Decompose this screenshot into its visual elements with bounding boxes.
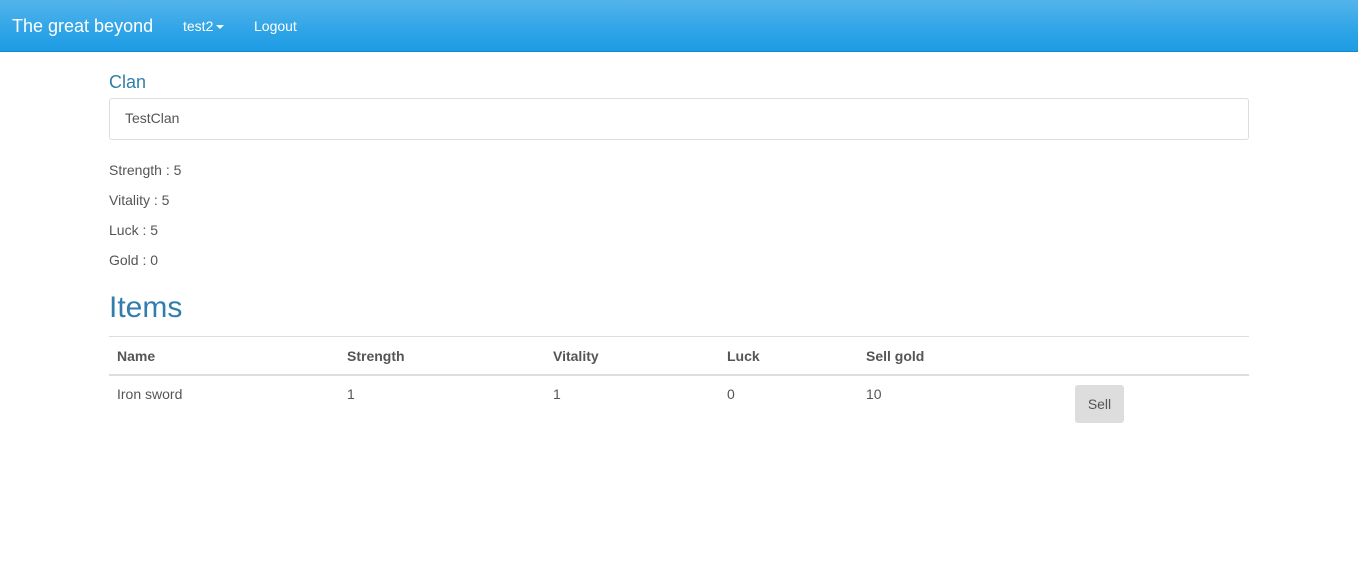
stat-gold: Gold : 0 [109,252,159,268]
clan-name: TestClan [125,110,180,126]
items-table: Name Strength Vitality Luck Sell gold Ir… [109,336,1249,433]
column-header-name: Name [109,336,339,376]
brand-link[interactable]: The great beyond [12,15,153,37]
table-row: Iron sword 1 1 0 10 Sell [109,375,1249,433]
user-dropdown[interactable]: test2 [183,17,225,35]
column-header-luck: Luck [719,336,858,376]
item-strength: 1 [347,385,355,402]
item-vitality: 1 [553,385,561,402]
column-header-sell-gold: Sell gold [858,336,1067,376]
caret-down-icon [216,25,225,30]
stat-vitality: Vitality : 5 [109,192,170,208]
user-dropdown-label: test2 [183,18,214,34]
table-header-row: Name Strength Vitality Luck Sell gold [109,336,1249,376]
clan-heading: Clan [109,72,147,92]
stat-strength: Strength : 5 [109,162,182,178]
item-name: Iron sword [117,385,183,402]
logout-link[interactable]: Logout [254,17,297,35]
column-header-strength: Strength [339,336,545,376]
clan-name-box: TestClan [109,98,1249,140]
item-action-cell: Sell [1067,375,1249,433]
column-header-action [1067,336,1249,376]
item-sell-gold: 10 [866,385,882,402]
column-header-vitality: Vitality [545,336,719,376]
sell-button[interactable]: Sell [1075,384,1124,423]
items-heading: Items [109,291,183,324]
item-luck: 0 [727,385,735,402]
navbar: The great beyond test2 Logout [0,0,1358,52]
stat-luck: Luck : 5 [109,222,159,238]
